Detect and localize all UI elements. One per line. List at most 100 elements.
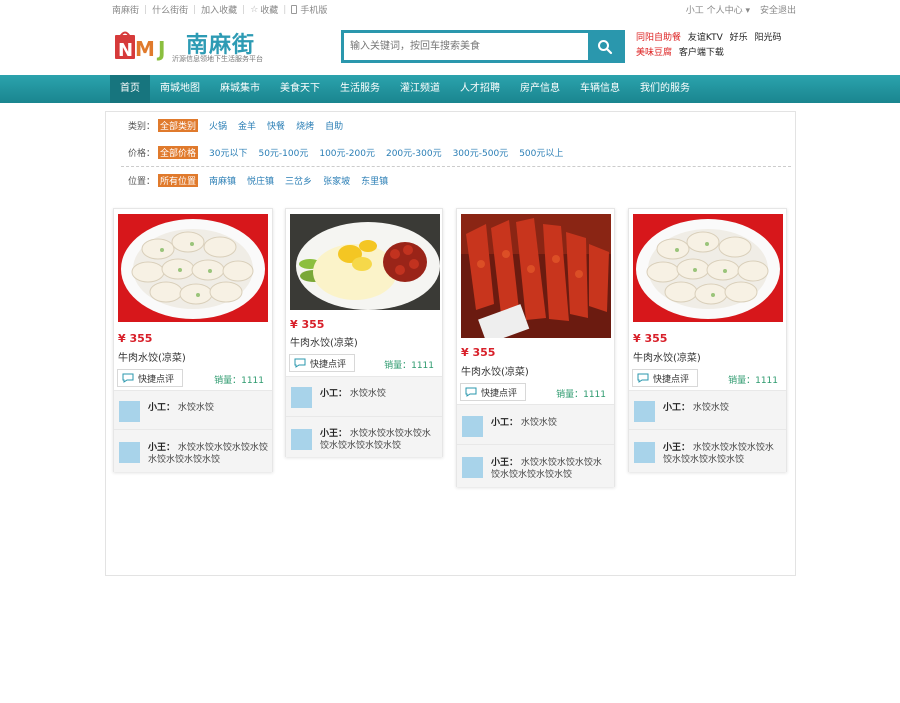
price-option[interactable]: 30元以下: [209, 146, 247, 159]
quick-review-button[interactable]: 快捷点评: [460, 383, 527, 401]
mobile-link[interactable]: 手机版: [300, 3, 327, 16]
product-card[interactable]: ¥ 355 牛肉水饺(凉菜) 快捷点评 销量：1111 小工： 水饺水饺 小王：…: [628, 208, 787, 472]
category-option[interactable]: 全部类别: [158, 119, 199, 132]
price-option[interactable]: 300元-500元: [453, 146, 509, 159]
location-option[interactable]: 东里镇: [361, 174, 388, 187]
quick-review-label: 快捷点评: [138, 374, 175, 385]
price-option[interactable]: 200元-300元: [386, 146, 442, 159]
search-input[interactable]: [344, 33, 588, 60]
comment-item: 小王： 水饺水饺水饺水饺水饺水饺水饺水饺水饺: [457, 444, 614, 487]
nav-item-housing[interactable]: 房产信息: [510, 75, 570, 103]
dessert-plate-icon: [290, 214, 440, 310]
product-title[interactable]: 牛肉水饺(凉菜): [118, 349, 186, 364]
price-option[interactable]: 全部价格: [158, 146, 199, 159]
sales-count: 销量：1111: [728, 376, 778, 386]
nav-item-jobs[interactable]: 人才招聘: [450, 75, 510, 103]
chat-bubble-icon: [122, 373, 134, 383]
topbar-link-bookmark[interactable]: 加入收藏: [201, 3, 237, 16]
search-icon: [598, 39, 613, 54]
location-option[interactable]: 三岔乡: [285, 174, 312, 187]
price-option[interactable]: 100元-200元: [319, 146, 375, 159]
dumplings-icon: [121, 219, 265, 319]
product-title[interactable]: 牛肉水饺(凉菜): [633, 349, 701, 364]
card-actions: 快捷点评 销量：1111: [629, 369, 786, 387]
nav-item-channel[interactable]: 灌江频道: [390, 75, 450, 103]
logo-slogan: 沂源信息领地下生活服务平台: [172, 55, 263, 63]
nav-item-home[interactable]: 首页: [110, 75, 150, 103]
dumplings-image[interactable]: [633, 214, 783, 322]
location-option[interactable]: 南麻镇: [209, 174, 236, 187]
dumplings-icon: [636, 219, 780, 319]
svg-text:N: N: [118, 40, 133, 61]
chevron-down-icon: ▾: [742, 6, 750, 16]
product-card[interactable]: ¥ 355 牛肉水饺(凉菜) 快捷点评 销量：1111 小工： 水饺水饺 小王：…: [113, 208, 273, 472]
sales-count: 销量：1111: [384, 361, 434, 371]
dumplings-image[interactable]: [118, 214, 268, 322]
search-box: [341, 30, 625, 63]
hotlink-2[interactable]: 友谊KTV: [688, 33, 723, 43]
quick-review-label: 快捷点评: [310, 359, 347, 370]
comment-body: 水饺水饺: [349, 389, 386, 399]
svg-text:J: J: [156, 37, 165, 61]
nav-item-market[interactable]: 麻城集市: [210, 75, 270, 103]
price: ¥ 355: [633, 332, 668, 345]
topbar-link-home[interactable]: 南麻街: [112, 3, 139, 16]
category-option[interactable]: 快餐: [267, 119, 285, 132]
topbar-link-2[interactable]: 什么街街: [152, 3, 188, 16]
search-button[interactable]: [588, 33, 622, 60]
nav-item-map[interactable]: 南城地图: [150, 75, 210, 103]
hotlink-4[interactable]: 阳光码: [755, 33, 782, 43]
hot-links: 同阳自助餐 友谊KTV 好乐 阳光码 美味豆腐 客户端下载: [636, 31, 806, 61]
quick-review-button[interactable]: 快捷点评: [289, 354, 356, 372]
product-card[interactable]: ¥ 355 牛肉水饺(凉菜) 快捷点评 销量：1111 小工： 水饺水饺 小王：…: [285, 208, 443, 457]
nav-item-food[interactable]: 美食天下: [270, 75, 330, 103]
category-option[interactable]: 自助: [325, 119, 343, 132]
hotlink-5[interactable]: 美味豆腐: [636, 48, 672, 58]
comment-text: 小王： 水饺水饺水饺水饺水饺水饺水饺水饺水饺: [663, 442, 781, 466]
category-option[interactable]: 火锅: [209, 119, 227, 132]
product-title[interactable]: 牛肉水饺(凉菜): [290, 334, 358, 349]
location-option[interactable]: 悦庄镇: [247, 174, 274, 187]
sales-count: 销量：1111: [214, 376, 264, 386]
hotlink-app-download[interactable]: 客户端下载: [679, 48, 724, 58]
dessert-image[interactable]: [290, 214, 440, 310]
category-label: 类别：: [128, 122, 156, 132]
svg-text:M: M: [135, 37, 155, 61]
avatar: [634, 401, 655, 422]
location-option[interactable]: 张家坡: [323, 174, 350, 187]
price-option[interactable]: 50元-100元: [258, 146, 308, 159]
user-center-link[interactable]: 小工 个人中心 ▾: [686, 3, 750, 16]
product-title[interactable]: 牛肉水饺(凉菜): [461, 363, 529, 378]
category-option[interactable]: 烧烤: [296, 119, 314, 132]
top-bar: 南麻街 | 什么街街 | 加入收藏 | ☆ 收藏 | 手机版 小工 个人中心 ▾…: [112, 3, 796, 17]
comment-item: 小王： 水饺水饺水饺水饺水饺水饺水饺水饺水饺: [629, 429, 786, 472]
comment-user: 小工：: [663, 403, 691, 413]
nav-item-life-service[interactable]: 生活服务: [330, 75, 390, 103]
category-filter: 类别： 全部类别 火锅 金羊 快餐 烧烤 自助: [128, 119, 354, 132]
comment-item: 小工： 水饺水饺: [286, 376, 442, 416]
nav-item-vehicles[interactable]: 车辆信息: [570, 75, 630, 103]
quick-review-button[interactable]: 快捷点评: [632, 369, 699, 387]
hotlink-3[interactable]: 好乐: [730, 33, 748, 43]
quick-review-button[interactable]: 快捷点评: [117, 369, 184, 387]
nav-item-our-service[interactable]: 我们的服务: [630, 75, 700, 103]
location-filter: 位置： 所有位置 南麻镇 悦庄镇 三岔乡 张家坡 东里镇: [128, 174, 399, 187]
comment-user: 小工：: [320, 389, 348, 399]
comment-user: 小王：: [148, 443, 176, 453]
card-actions: 快捷点评 销量：1111: [286, 354, 442, 372]
favorite-link[interactable]: 收藏: [260, 3, 278, 16]
category-option[interactable]: 金羊: [238, 119, 256, 132]
comment-item: 小王： 水饺水饺水饺水饺水饺水饺水饺水饺水饺: [114, 429, 272, 472]
hotlink-1[interactable]: 同阳自助餐: [636, 33, 681, 43]
grilled-meat-image[interactable]: [461, 214, 611, 338]
main-nav: 首页 南城地图 麻城集市 美食天下 生活服务 灌江频道 人才招聘 房产信息 车辆…: [0, 75, 900, 103]
comment-item: 小工： 水饺水饺: [457, 404, 614, 444]
comment-item: 小王： 水饺水饺水饺水饺水饺水饺水饺水饺水饺: [286, 416, 442, 457]
logout-link[interactable]: 安全退出: [760, 3, 796, 16]
location-option[interactable]: 所有位置: [158, 174, 199, 187]
grilled-meat-icon: [461, 214, 611, 338]
product-card[interactable]: ¥ 355 牛肉水饺(凉菜) 快捷点评 销量：1111 小工： 水饺水饺 小王：…: [456, 208, 615, 487]
site-logo[interactable]: N M J 南麻街 沂源信息领地下生活服务平台: [114, 25, 294, 65]
price-option[interactable]: 500元以上: [519, 146, 563, 159]
avatar: [291, 387, 312, 408]
